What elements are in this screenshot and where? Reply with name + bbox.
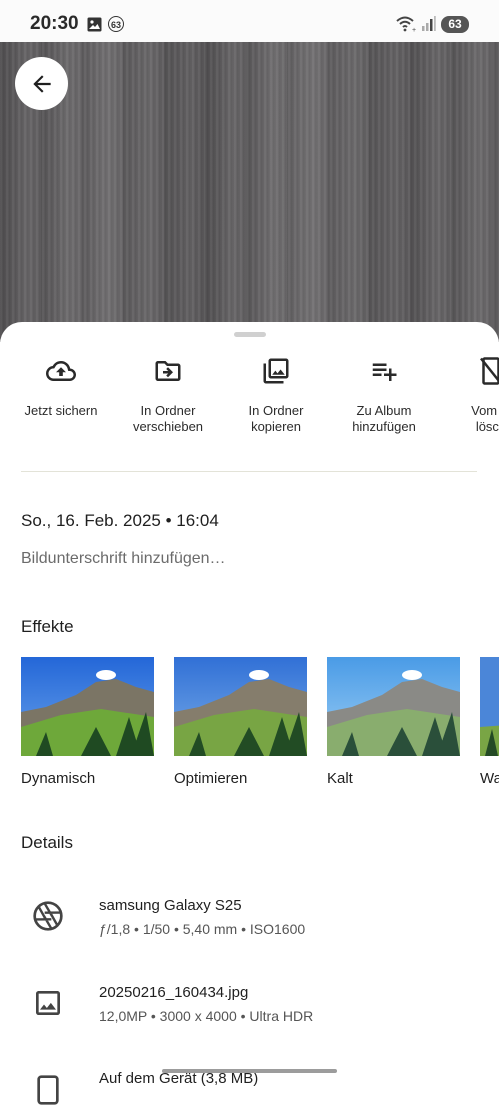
backup-now-button[interactable]: Jetzt sichern — [6, 356, 116, 419]
signal-icon — [422, 16, 436, 31]
divider — [21, 471, 477, 472]
wifi-icon: + — [396, 16, 416, 33]
effect-label: Optimieren — [174, 770, 248, 787]
caption-input[interactable]: Bildunterschrift hinzufügen… — [21, 550, 226, 568]
file-name: 20250216_160434.jpg — [99, 984, 249, 1001]
effect-thumbnail — [327, 657, 460, 756]
details-heading: Details — [21, 833, 73, 852]
notification-count-badge: 63 — [108, 16, 124, 32]
camera-model: samsung Galaxy S25 — [99, 897, 242, 914]
effect-thumbnail — [480, 657, 499, 756]
image-icon — [87, 17, 102, 32]
action-label: Zu Album hinzufügen — [352, 403, 416, 434]
camera-aperture-icon — [33, 901, 63, 931]
effect-dynamisch[interactable]: Dynamisch — [21, 657, 154, 787]
effect-label: Wa — [480, 770, 499, 787]
delete-from-device-button[interactable]: Vom Glösch — [436, 356, 499, 435]
image-file-icon — [36, 991, 60, 1015]
effect-label: Kalt — [327, 770, 353, 787]
svg-text:+: + — [412, 27, 416, 33]
action-label: In Ordner kopieren — [248, 403, 304, 434]
action-label: Vom Glösch — [471, 403, 499, 434]
battery-indicator: 63 — [441, 16, 469, 33]
copy-to-folder-button[interactable]: In Ordner kopieren — [221, 356, 331, 435]
arrow-back-icon — [32, 74, 51, 93]
photo-preview[interactable] — [0, 42, 499, 342]
status-bar: 20:30 63 + 63 — [0, 0, 499, 42]
action-label: Jetzt sichern — [24, 403, 98, 418]
effect-thumbnail — [174, 657, 307, 756]
effect-kalt[interactable]: Kalt — [327, 657, 460, 787]
effects-heading: Effekte — [21, 617, 74, 636]
phone-delete-icon — [480, 357, 499, 385]
playlist-add-icon — [372, 363, 397, 381]
camera-settings: ƒ/1,8 • 1/50 • 5,40 mm • ISO1600 — [99, 921, 306, 937]
move-to-folder-button[interactable]: In Ordner verschieben — [113, 356, 223, 435]
effect-optimieren[interactable]: Optimieren — [174, 657, 307, 787]
gesture-nav-bar[interactable] — [162, 1069, 337, 1073]
cloud-upload-icon — [46, 361, 76, 381]
effect-warm[interactable]: Wa — [480, 657, 499, 787]
status-time: 20:30 — [30, 13, 79, 34]
effect-thumbnail — [21, 657, 154, 756]
effect-label: Dynamisch — [21, 770, 96, 787]
add-to-album-button[interactable]: Zu Album hinzufügen — [329, 356, 439, 435]
action-label: In Ordner verschieben — [132, 403, 204, 434]
action-row: Jetzt sichern In Ordner verschieben In Or… — [0, 356, 499, 446]
folder-move-icon — [155, 361, 181, 381]
date-time-label[interactable]: So., 16. Feb. 2025 • 16:04 — [21, 511, 219, 531]
info-sheet: Jetzt sichern In Ordner verschieben In Or… — [0, 322, 499, 1105]
device-storage-icon — [37, 1075, 59, 1105]
copy-photos-icon — [263, 358, 289, 384]
drag-handle[interactable] — [234, 332, 266, 337]
file-properties: 12,0MP • 3000 x 4000 • Ultra HDR — [99, 1008, 314, 1024]
back-button[interactable] — [15, 57, 68, 110]
